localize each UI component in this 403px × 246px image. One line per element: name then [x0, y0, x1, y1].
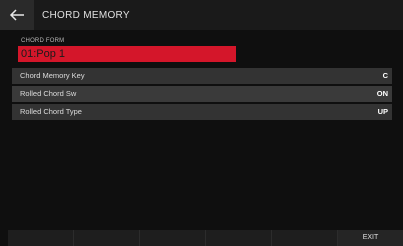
chord-form-label: CHORD FORM: [21, 38, 65, 44]
param-row-rolled-chord-type[interactable]: Rolled Chord Type UP: [12, 104, 392, 120]
function-button-3[interactable]: [140, 230, 206, 246]
back-button[interactable]: [0, 0, 34, 30]
function-button-1[interactable]: [8, 230, 74, 246]
param-row-rolled-chord-sw[interactable]: Rolled Chord Sw ON: [12, 86, 392, 102]
param-value[interactable]: UP: [378, 104, 388, 120]
param-value[interactable]: ON: [377, 86, 388, 102]
function-button-2[interactable]: [74, 230, 140, 246]
function-button-4[interactable]: [206, 230, 272, 246]
arrow-left-icon: [9, 9, 24, 21]
exit-button[interactable]: EXIT: [338, 230, 403, 246]
param-value[interactable]: C: [383, 68, 388, 84]
header-bar: CHORD MEMORY: [0, 0, 403, 30]
function-button-bar: EXIT: [8, 230, 403, 246]
function-button-5[interactable]: [272, 230, 338, 246]
param-row-chord-memory-key[interactable]: Chord Memory Key C: [12, 68, 392, 84]
page-title: CHORD MEMORY: [42, 10, 130, 21]
parameter-list: Chord Memory Key C Rolled Chord Sw ON Ro…: [12, 68, 392, 122]
param-label: Rolled Chord Sw: [20, 89, 77, 98]
param-label: Rolled Chord Type: [20, 107, 82, 116]
param-label: Chord Memory Key: [20, 71, 85, 80]
chord-form-value[interactable]: 01:Pop 1: [18, 46, 236, 62]
chord-memory-screen: CHORD MEMORY CHORD FORM 01:Pop 1 Chord M…: [0, 0, 403, 246]
